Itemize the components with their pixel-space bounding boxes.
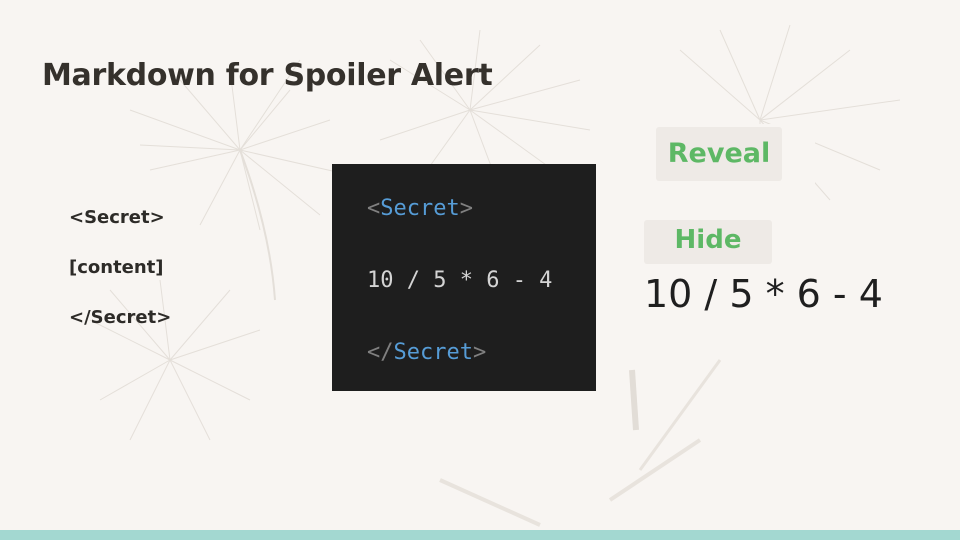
code-tag-name: Secret — [393, 340, 473, 365]
code-bracket: > — [472, 340, 487, 365]
syntax-content-placeholder: [content] — [69, 257, 164, 278]
code-bracket: </ — [367, 340, 394, 365]
code-example-panel: <Secret> 10 / 5 * 6 - 4 </Secret> — [332, 164, 596, 391]
code-content-line: 10 / 5 * 6 - 4 — [367, 268, 553, 293]
syntax-close-tag: </Secret> — [69, 307, 172, 328]
hide-button[interactable]: Hide — [644, 220, 772, 264]
code-open-tag-line: <Secret> — [367, 196, 473, 221]
slide: Markdown for Spoiler Alert <Secret> [con… — [0, 0, 960, 540]
syntax-open-tag: <Secret> — [69, 207, 165, 228]
reveal-button[interactable]: Reveal — [656, 127, 782, 181]
revealed-secret-content: 10 / 5 * 6 - 4 — [644, 272, 883, 316]
code-bracket: > — [459, 196, 473, 221]
code-bracket: < — [367, 196, 381, 221]
code-close-tag-line: </Secret> — [367, 340, 486, 365]
footer-accent-bar — [0, 530, 960, 540]
code-tag-name: Secret — [380, 196, 460, 221]
slide-title: Markdown for Spoiler Alert — [42, 58, 493, 93]
